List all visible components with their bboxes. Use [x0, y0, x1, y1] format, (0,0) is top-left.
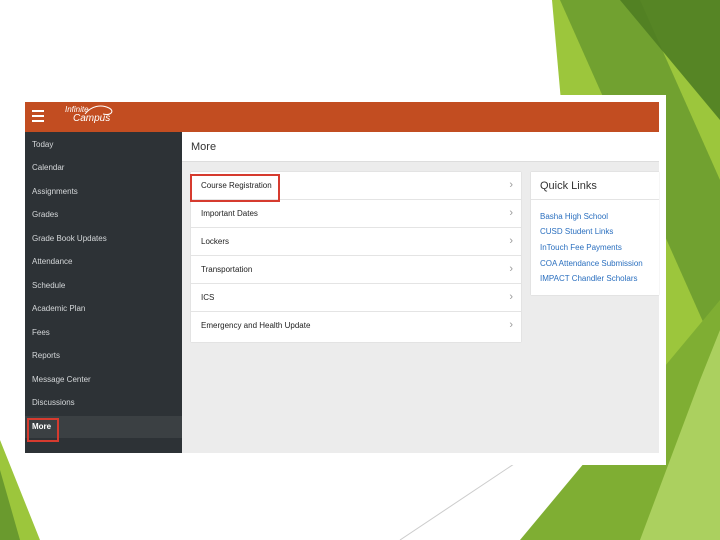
- chevron-right-icon: ›: [509, 263, 513, 275]
- quick-links-panel: Quick Links Basha High School CUSD Stude…: [531, 172, 659, 295]
- chevron-right-icon: ›: [509, 235, 513, 247]
- chevron-right-icon: ›: [509, 291, 513, 303]
- menu-item-label: ICS: [201, 293, 215, 302]
- menu-item-transportation[interactable]: Transportation ›: [191, 256, 521, 284]
- logo-swoosh-icon: [84, 105, 113, 115]
- more-highlight-box: [27, 418, 59, 442]
- sidebar-item-academic-plan[interactable]: Academic Plan: [25, 298, 182, 320]
- sidebar-item-message-center[interactable]: Message Center: [25, 369, 182, 391]
- sidebar-item-schedule[interactable]: Schedule: [25, 275, 182, 297]
- menu-item-ics[interactable]: ICS ›: [191, 284, 521, 312]
- sidebar-item-attendance[interactable]: Attendance: [25, 251, 182, 273]
- sidebar: Today Calendar Assignments Grades Grade …: [25, 132, 182, 453]
- chevron-right-icon: ›: [509, 319, 513, 331]
- chevron-right-icon: ›: [509, 207, 513, 219]
- hamburger-icon[interactable]: [32, 110, 44, 124]
- sidebar-item-calendar[interactable]: Calendar: [25, 157, 182, 179]
- quick-links-header: Quick Links: [531, 172, 659, 200]
- menu-item-label: Lockers: [201, 237, 230, 246]
- sidebar-item-reports[interactable]: Reports: [25, 345, 182, 367]
- quick-links-title: Quick Links: [540, 180, 597, 192]
- menu-item-label: Transportation: [201, 265, 253, 274]
- page-title: More: [191, 141, 217, 153]
- screenshot-frame: Infinite Campus Today Calendar Assignmen…: [17, 95, 666, 465]
- sidebar-item-assignments[interactable]: Assignments: [25, 181, 182, 203]
- sidebar-item-discussions[interactable]: Discussions: [25, 392, 182, 414]
- menu-item-important-dates[interactable]: Important Dates ›: [191, 200, 521, 228]
- quick-link-impact-chandler-scholars[interactable]: IMPACT Chandler Scholars: [540, 274, 638, 283]
- chevron-right-icon: ›: [509, 179, 513, 191]
- menu-item-label: Important Dates: [201, 209, 258, 218]
- sidebar-item-today[interactable]: Today: [25, 134, 182, 156]
- sidebar-item-grade-book-updates[interactable]: Grade Book Updates: [25, 228, 182, 250]
- sidebar-item-fees[interactable]: Fees: [25, 322, 182, 344]
- top-bar: Infinite Campus: [25, 102, 659, 132]
- menu-item-label: Emergency and Health Update: [201, 321, 311, 330]
- infinite-campus-logo[interactable]: Infinite Campus: [65, 106, 113, 124]
- page-header: More: [182, 132, 659, 162]
- quick-link-cusd-student-links[interactable]: CUSD Student Links: [540, 227, 613, 236]
- quick-link-basha-high-school[interactable]: Basha High School: [540, 212, 608, 221]
- main-content: More Course Registration › Important Dat…: [182, 132, 659, 453]
- sidebar-item-grades[interactable]: Grades: [25, 204, 182, 226]
- menu-item-emergency-health-update[interactable]: Emergency and Health Update ›: [191, 312, 521, 340]
- course-registration-highlight-box: [190, 174, 280, 202]
- quick-link-intouch-fee-payments[interactable]: InTouch Fee Payments: [540, 243, 622, 252]
- menu-item-lockers[interactable]: Lockers ›: [191, 228, 521, 256]
- quick-link-coa-attendance-submission[interactable]: COA Attendance Submission: [540, 259, 643, 268]
